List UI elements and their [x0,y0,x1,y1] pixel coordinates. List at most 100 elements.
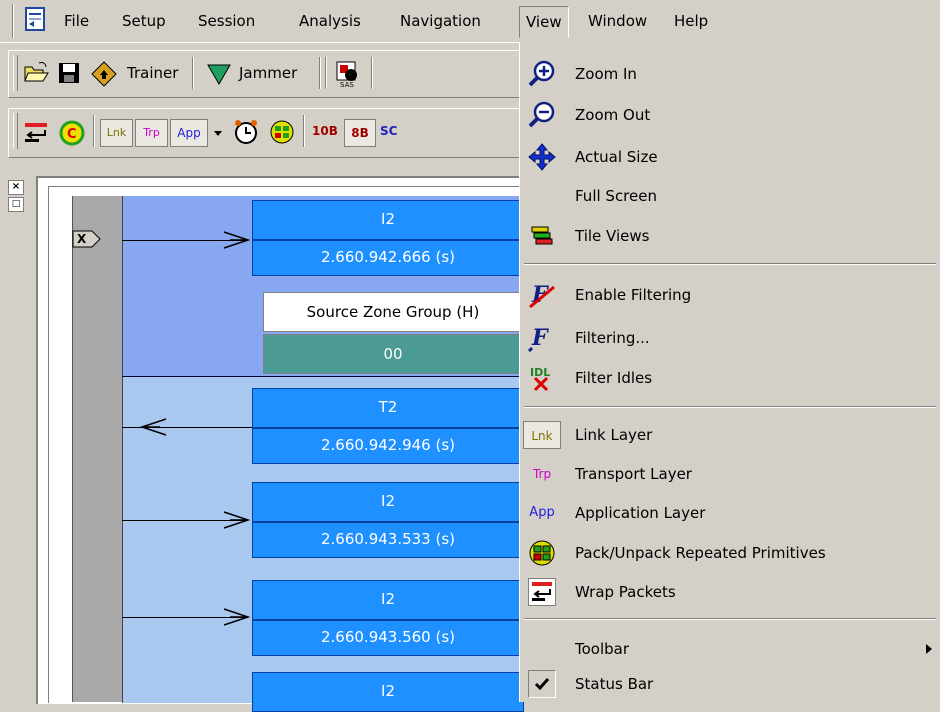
menu-session[interactable]: Session [192,8,261,34]
10b-toggle[interactable]: 10B [312,124,338,138]
svg-text:F: F [531,325,549,351]
sas-analyzer-icon[interactable]: SAS [334,60,362,92]
trainer-label[interactable]: Trainer [127,64,178,82]
move-arrows-icon [528,143,556,171]
menu-item-label: Status Bar [575,675,654,693]
right-arrow-icon [223,511,251,529]
menu-bar: File Setup Session Analysis Navigation V… [0,0,940,43]
open-folder-icon[interactable] [23,61,49,89]
menu-item-label: Wrap Packets [575,583,676,601]
packet-name-cell[interactable]: I2 [252,200,524,240]
packet-name-cell[interactable]: T2 [252,388,524,428]
zoom-in-icon [528,60,556,88]
sc-toggle[interactable]: SC [380,124,397,138]
wrap-packets-icon [528,578,556,606]
submenu-arrow-icon [926,644,932,654]
menu-item-label: Zoom Out [575,106,651,124]
menu-help[interactable]: Help [668,8,714,34]
menu-window[interactable]: Window [582,8,653,34]
menu-item-enable-filtering[interactable]: F Enable Filtering [520,275,940,315]
left-arrow-icon [139,418,167,436]
c-circle-icon[interactable]: C [59,120,85,150]
jammer-label[interactable]: Jammer [239,64,297,82]
menu-navigation[interactable]: Navigation [394,8,487,34]
trace-left-column [72,196,125,702]
packet-time-cell[interactable]: 2.660.943.533 (s) [252,522,524,558]
app-toggle[interactable]: App [170,119,208,147]
svg-text:C: C [67,127,77,142]
menu-separator [524,618,936,620]
menu-item-transport-layer[interactable]: Trp Transport Layer [520,454,940,494]
field-value-cell[interactable]: 00 [263,334,523,374]
close-pane-icon[interactable]: × [8,180,24,195]
lnk-toggle[interactable]: Lnk [100,119,133,147]
filter-idles-icon: IDL [528,364,556,392]
menu-item-label: Full Screen [575,187,657,205]
menu-separator [524,263,936,265]
wrap-packets-icon[interactable] [23,121,49,149]
menu-item-label: Transport Layer [575,465,692,483]
restore-pane-icon[interactable]: □ [8,197,24,212]
menu-item-label: Tile Views [575,227,650,245]
menu-item-full-screen[interactable]: Full Screen [520,176,940,216]
alarm-clock-icon[interactable] [233,119,259,149]
menu-item-pack-unpack[interactable]: Pack/Unpack Repeated Primitives [520,533,940,573]
filter-icon: F [527,324,556,353]
menu-item-label: Link Layer [575,426,653,444]
menu-item-label: Actual Size [575,148,658,166]
checkmark-icon [528,670,556,698]
menu-item-filtering[interactable]: F Filtering... [520,318,940,358]
menu-item-actual-size[interactable]: Actual Size [520,137,940,177]
menu-item-zoom-in[interactable]: Zoom In [520,54,940,94]
menu-view[interactable]: View [519,6,569,38]
pane-gutter: × □ [0,170,30,702]
packet-time-cell[interactable]: 2.660.942.666 (s) [252,240,524,276]
menu-item-filter-idles[interactable]: IDL Filter Idles [520,358,940,398]
menu-analysis[interactable]: Analysis [293,8,367,34]
menu-separator [524,406,936,408]
app-icon[interactable] [24,7,48,33]
layer-dropdown-arrow[interactable] [210,119,226,147]
view-toolbar: C Lnk Trp App 10B 8B SC [8,108,525,158]
menu-item-label: Filtering... [575,329,650,347]
menu-item-status-bar[interactable]: Status Bar [520,664,940,704]
right-arrow-icon [223,608,251,626]
right-arrow-icon [223,231,251,249]
menu-item-label: Zoom In [575,65,637,83]
packet-name-cell[interactable]: I2 [252,482,524,522]
menu-item-tile-views[interactable]: Tile Views [520,216,940,256]
menu-item-label: Toolbar [575,640,630,658]
menu-item-link-layer[interactable]: Lnk Link Layer [520,415,940,455]
menu-item-zoom-out[interactable]: Zoom Out [520,95,940,135]
pack-primitives-icon[interactable] [269,119,295,149]
menu-setup[interactable]: Setup [116,8,172,34]
svg-text:IDL: IDL [530,366,550,379]
application-layer-icon: App [529,505,555,520]
save-disk-icon[interactable] [57,61,81,89]
enable-filter-icon: F [528,281,556,309]
field-label-cell[interactable]: Source Zone Group (H) [263,292,523,332]
menu-file[interactable]: File [58,8,95,34]
packet-name-cell[interactable]: I2 [252,580,524,620]
trp-toggle[interactable]: Trp [135,119,168,147]
trace-marker-label: X [77,232,87,246]
packet-time-cell[interactable]: 2.660.942.946 (s) [252,428,524,464]
main-toolbar: Trainer Jammer SAS [8,50,525,98]
tile-views-icon [528,222,556,250]
trainer-icon[interactable] [91,61,117,91]
menu-item-application-layer[interactable]: App Application Layer [520,493,940,533]
menu-item-label: Pack/Unpack Repeated Primitives [575,544,826,562]
pack-primitives-icon [528,539,556,567]
menu-item-wrap-packets[interactable]: Wrap Packets [520,572,940,612]
svg-text:SAS: SAS [340,81,354,88]
packet-time-cell[interactable]: 2.660.943.560 (s) [252,620,524,656]
menu-item-label: Filter Idles [575,369,653,387]
zoom-out-icon [528,101,556,129]
view-menu-dropdown: Zoom In Zoom Out Actual Size Full Screen… [519,42,940,702]
packet-name-cell[interactable]: I2 [252,672,524,712]
transport-layer-icon: Trp [532,467,552,481]
menu-item-toolbar[interactable]: Toolbar [520,629,940,669]
jammer-icon[interactable] [207,62,231,90]
8b-toggle[interactable]: 8B [344,119,376,147]
trace-marker[interactable]: X [72,230,102,248]
